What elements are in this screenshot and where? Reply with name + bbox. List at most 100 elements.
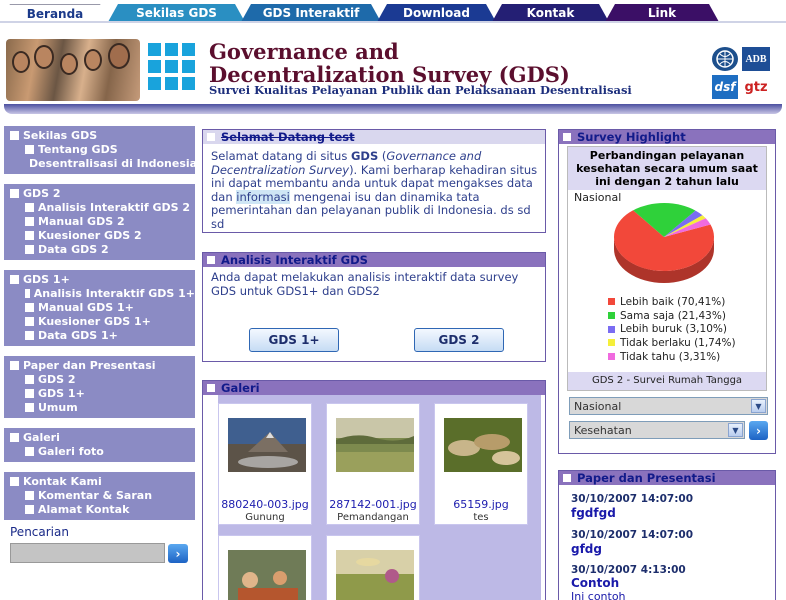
tab-download[interactable]: Download	[377, 4, 496, 22]
region-select[interactable]: Nasional ▼	[569, 397, 768, 415]
partner-logos: ADB dsf gtz	[712, 47, 770, 99]
header-divider-bar	[4, 104, 782, 114]
legend-item: Tidak berlaku (1,74%)	[608, 336, 736, 350]
gallery-thumbnail[interactable]	[228, 550, 306, 600]
legend-item: Tidak tahu (3,31%)	[608, 350, 736, 364]
sidebar-item-paper-gds1plus[interactable]: GDS 1+	[4, 386, 195, 400]
galeri-grid: 880240-003.jpg Gunung 287142-001.jpg Pem…	[218, 395, 541, 600]
square-bullet-icon	[25, 202, 34, 212]
gallery-item[interactable]	[326, 535, 420, 600]
gallery-item[interactable]: 880240-003.jpg Gunung	[218, 403, 312, 525]
paper-date: 30/10/2007 4:13:00	[571, 564, 686, 576]
legend-swatch	[608, 298, 615, 306]
sidebar-group-galeri: Galeri Galeri foto	[4, 428, 195, 464]
welcome-panel-header: Selamat Datang test	[203, 130, 545, 144]
sidebar-group-paper: Paper dan Presentasi GDS 2 GDS 1+ Umum	[4, 356, 195, 420]
sidebar-item-komentar[interactable]: Komentar & Saran	[4, 488, 195, 502]
sidebar-item-kuesioner-gds2[interactable]: Kuesioner GDS 2	[4, 228, 195, 242]
search-input[interactable]	[10, 543, 165, 563]
gallery-thumbnail[interactable]	[444, 418, 522, 472]
site-title-line1: Governance and	[209, 39, 399, 64]
sidebar-item-paper-umum[interactable]: Umum	[4, 400, 195, 414]
analisis-text: Anda dapat melakukan analisis interaktif…	[211, 270, 519, 298]
sidebar-item-desentralisasi[interactable]: Desentralisasi di Indonesia	[4, 156, 197, 170]
survey-heading: Survey Highlight	[577, 130, 686, 144]
square-bullet-icon	[207, 384, 215, 392]
sidebar-item-data-gds1plus[interactable]: Data GDS 1+	[4, 328, 195, 342]
analisis-panel: Analisis Interaktif GDS Anda dapat melak…	[202, 252, 546, 362]
sidebar-item-alamat[interactable]: Alamat Kontak	[4, 502, 195, 516]
legend-label: Tidak tahu (3,31%)	[620, 350, 721, 363]
gallery-thumbnail[interactable]	[336, 418, 414, 472]
gallery-item[interactable]: 65159.jpg tes	[434, 403, 528, 525]
tab-kontak[interactable]: Kontak	[492, 4, 609, 22]
sidebar-item-paper-gds2[interactable]: GDS 2	[4, 372, 195, 386]
gallery-thumbnail[interactable]	[336, 550, 414, 600]
gallery-filename[interactable]: 65159.jpg	[435, 498, 527, 511]
sidebar-group-title[interactable]: Paper dan Presentasi	[4, 358, 195, 372]
gallery-caption: Gunung	[245, 512, 285, 523]
square-bullet-icon	[25, 302, 34, 312]
square-bullet-icon	[25, 316, 34, 326]
sector-select[interactable]: Kesehatan ▼	[569, 421, 745, 439]
square-bullet-icon	[10, 274, 19, 284]
gallery-filename[interactable]: 287142-001.jpg	[327, 498, 419, 511]
sidebar-group-title[interactable]: GDS 1+	[4, 272, 195, 286]
gds1plus-button[interactable]: GDS 1+	[249, 328, 339, 352]
tab-beranda[interactable]: Beranda	[0, 4, 110, 22]
tab-gds-interaktif[interactable]: GDS Interaktif	[241, 4, 381, 22]
sidebar-group-title[interactable]: Sekilas GDS	[4, 128, 195, 142]
sidebar-item-manual-gds2[interactable]: Manual GDS 2	[4, 214, 195, 228]
legend-label: Lebih baik (70,41%)	[620, 295, 726, 308]
sidebar-item-manual-gds1plus[interactable]: Manual GDS 1+	[4, 300, 195, 314]
analisis-panel-header: Analisis Interaktif GDS	[203, 253, 545, 267]
legend-label: Sama saja (21,43%)	[620, 309, 726, 322]
legend-label: Tidak berlaku (1,74%)	[620, 336, 736, 349]
gallery-thumbnail[interactable]	[228, 418, 306, 472]
paper-title-link[interactable]: gfdg	[571, 542, 602, 556]
informasi-link[interactable]: informasi	[236, 189, 290, 204]
gallery-filename[interactable]: 880240-003.jpg	[219, 498, 311, 511]
paper-title-link[interactable]: fgdfgd	[571, 506, 616, 520]
legend-item: Lebih baik (70,41%)	[608, 295, 736, 309]
square-bullet-icon	[25, 490, 34, 500]
tab-sekilas-gds[interactable]: Sekilas GDS	[108, 4, 245, 22]
sidebar-item-galeri-foto[interactable]: Galeri foto	[4, 444, 195, 458]
welcome-text: Selamat datang di situs GDS (Governance …	[211, 149, 538, 231]
tab-link[interactable]: Link	[605, 4, 719, 22]
sidebar-item-kuesioner-gds1plus[interactable]: Kuesioner GDS 1+	[4, 314, 195, 328]
sidebar-item-analisis-gds1plus[interactable]: Analisis Interaktif GDS 1+	[4, 286, 195, 300]
galeri-panel-header: Galeri	[203, 381, 545, 395]
welcome-panel: Selamat Datang test Selamat datang di si…	[202, 129, 546, 233]
sidebar-group-gds2: GDS 2 Analisis Interaktif GDS 2 Manual G…	[4, 184, 195, 262]
gds-logo-icon	[148, 43, 203, 98]
square-bullet-icon	[10, 188, 19, 198]
sidebar-group-title[interactable]: Kontak Kami	[4, 474, 195, 488]
square-bullet-icon	[10, 476, 19, 486]
top-navigation: Beranda Sekilas GDS GDS Interaktif Downl…	[0, 0, 786, 23]
square-bullet-icon	[25, 402, 34, 412]
sidebar-group-title[interactable]: GDS 2	[4, 186, 195, 200]
filter-go-button[interactable]: ›	[749, 421, 768, 440]
square-bullet-icon	[563, 474, 571, 482]
paper-title-link[interactable]: Contoh	[571, 576, 619, 590]
square-bullet-icon	[25, 388, 34, 398]
sidebar-group-title[interactable]: Galeri	[4, 430, 195, 444]
sidebar-item-data-gds2[interactable]: Data GDS 2	[4, 242, 195, 256]
chevron-down-icon[interactable]: ▼	[728, 423, 743, 437]
legend-swatch	[608, 339, 615, 347]
analisis-heading: Analisis Interaktif GDS	[221, 253, 368, 267]
chevron-down-icon[interactable]: ▼	[751, 399, 766, 413]
sidebar-item-tentang-gds[interactable]: Tentang GDS	[4, 142, 195, 156]
square-bullet-icon	[25, 504, 34, 514]
paper-date: 30/10/2007 14:07:00	[571, 493, 694, 505]
sidebar-item-analisis-gds2[interactable]: Analisis Interaktif GDS 2	[4, 200, 195, 214]
gallery-item[interactable]	[218, 535, 312, 600]
square-bullet-icon	[563, 133, 571, 141]
search-label: Pencarian	[10, 525, 69, 539]
search-go-button[interactable]: ›	[168, 544, 188, 563]
gds2-button[interactable]: GDS 2	[414, 328, 504, 352]
square-bullet-icon	[25, 330, 34, 340]
gallery-item[interactable]: 287142-001.jpg Pemandangan	[326, 403, 420, 525]
square-bullet-icon	[207, 256, 215, 264]
